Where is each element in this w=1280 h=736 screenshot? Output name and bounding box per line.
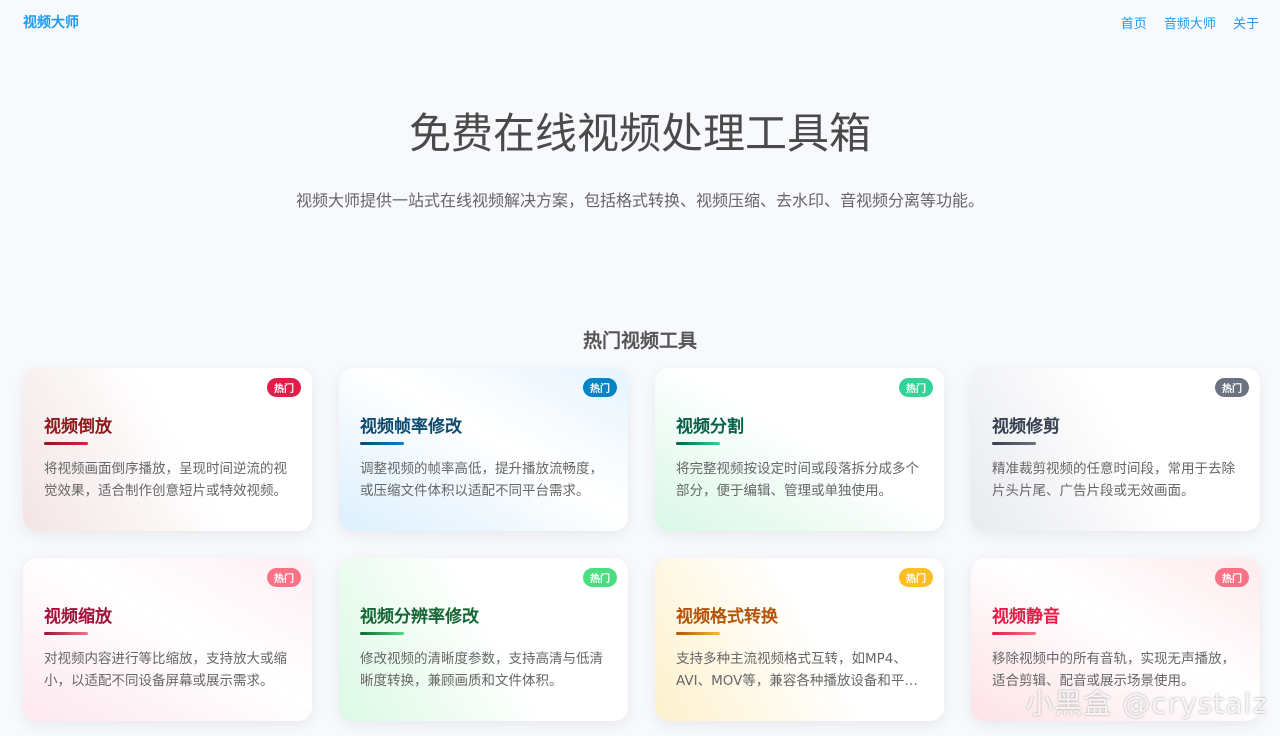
tool-description: 将完整视频按设定时间或段落拆分成多个部分，便于编辑、管理或单独使用。 (676, 461, 919, 499)
tool-description: 精准裁剪视频的任意时间段，常用于去除片头片尾、广告片段或无效画面。 (992, 461, 1235, 499)
tool-title: 视频倒放 (44, 417, 112, 437)
tool-description: 将视频画面倒序播放，呈现时间逆流的视觉效果，适合制作创意短片或特效视频。 (44, 461, 287, 499)
nav-link-about[interactable]: 关于 (1233, 17, 1259, 32)
tool-description: 支持多种主流视频格式互转，如MP4、AVI、MOV等，兼容各种播放设备和平台。 (676, 651, 907, 689)
tool-title: 视频静音 (992, 607, 1060, 627)
hot-badge: 热门 (267, 378, 301, 397)
hot-badge: 热门 (267, 568, 301, 587)
tool-title: 视频分割 (676, 417, 744, 437)
tool-title: 视频分辨率修改 (360, 607, 479, 627)
top-nav: 视频大师 首页 音频大师 关于 (0, 0, 1280, 44)
tool-card[interactable]: 热门 视频修剪 精准裁剪视频的任意时间段，常用于去除片头片尾、广告片段或无效画面… (971, 368, 1260, 531)
hot-badge: 热门 (899, 568, 933, 587)
title-underline (44, 632, 88, 635)
title-underline (44, 442, 88, 445)
tool-title: 视频帧率修改 (360, 417, 462, 437)
tool-card[interactable]: 热门 视频倒放 将视频画面倒序播放，呈现时间逆流的视觉效果，适合制作创意短片或特… (23, 368, 312, 531)
tool-title: 视频修剪 (992, 417, 1060, 437)
hot-badge: 热门 (583, 378, 617, 397)
nav-link-audio[interactable]: 音频大师 (1164, 17, 1216, 32)
title-underline (676, 632, 720, 635)
tool-title: 视频缩放 (44, 607, 112, 627)
site-logo[interactable]: 视频大师 (23, 12, 79, 32)
hot-badge: 热门 (899, 378, 933, 397)
hot-badge: 热门 (583, 568, 617, 587)
tool-card[interactable]: 热门 视频格式转换 支持多种主流视频格式互转，如MP4、AVI、MOV等，兼容各… (655, 558, 944, 721)
tool-card[interactable]: 热门 视频帧率修改 调整视频的帧率高低，提升播放流畅度，或压缩文件体积以适配不同… (339, 368, 628, 531)
tool-card[interactable]: 热门 视频缩放 对视频内容进行等比缩放，支持放大或缩小，以适配不同设备屏幕或展示… (23, 558, 312, 721)
nav-links: 首页 音频大师 关于 (1109, 13, 1259, 32)
title-underline (360, 442, 404, 445)
nav-link-home[interactable]: 首页 (1121, 17, 1147, 32)
hot-badge: 热门 (1215, 378, 1249, 397)
hot-badge: 热门 (1215, 568, 1249, 587)
hero-title: 免费在线视频处理工具箱 (408, 109, 871, 158)
tool-description: 对视频内容进行等比缩放，支持放大或缩小，以适配不同设备屏幕或展示需求。 (44, 651, 287, 689)
title-underline (992, 632, 1036, 635)
tool-grid: 热门 视频倒放 将视频画面倒序播放，呈现时间逆流的视觉效果，适合制作创意短片或特… (23, 368, 1260, 721)
title-underline (676, 442, 720, 445)
watermark: 小黑盒 @crystalz (1025, 687, 1268, 720)
tool-card[interactable]: 热门 视频分割 将完整视频按设定时间或段落拆分成多个部分，便于编辑、管理或单独使… (655, 368, 944, 531)
title-underline (360, 632, 404, 635)
tool-card[interactable]: 热门 视频分辨率修改 修改视频的清晰度参数，支持高清与低清晰度转换，兼顾画质和文… (339, 558, 628, 721)
tool-description: 调整视频的帧率高低，提升播放流畅度，或压缩文件体积以适配不同平台需求。 (360, 461, 603, 499)
section-title: 热门视频工具 (582, 330, 697, 352)
tool-description: 修改视频的清晰度参数，支持高清与低清晰度转换，兼顾画质和文件体积。 (360, 651, 603, 689)
hero-subtitle: 视频大师提供一站式在线视频解决方案，包括格式转换、视频压缩、去水印、音视频分离等… (295, 191, 984, 210)
tool-title: 视频格式转换 (676, 607, 778, 627)
title-underline (992, 442, 1036, 445)
